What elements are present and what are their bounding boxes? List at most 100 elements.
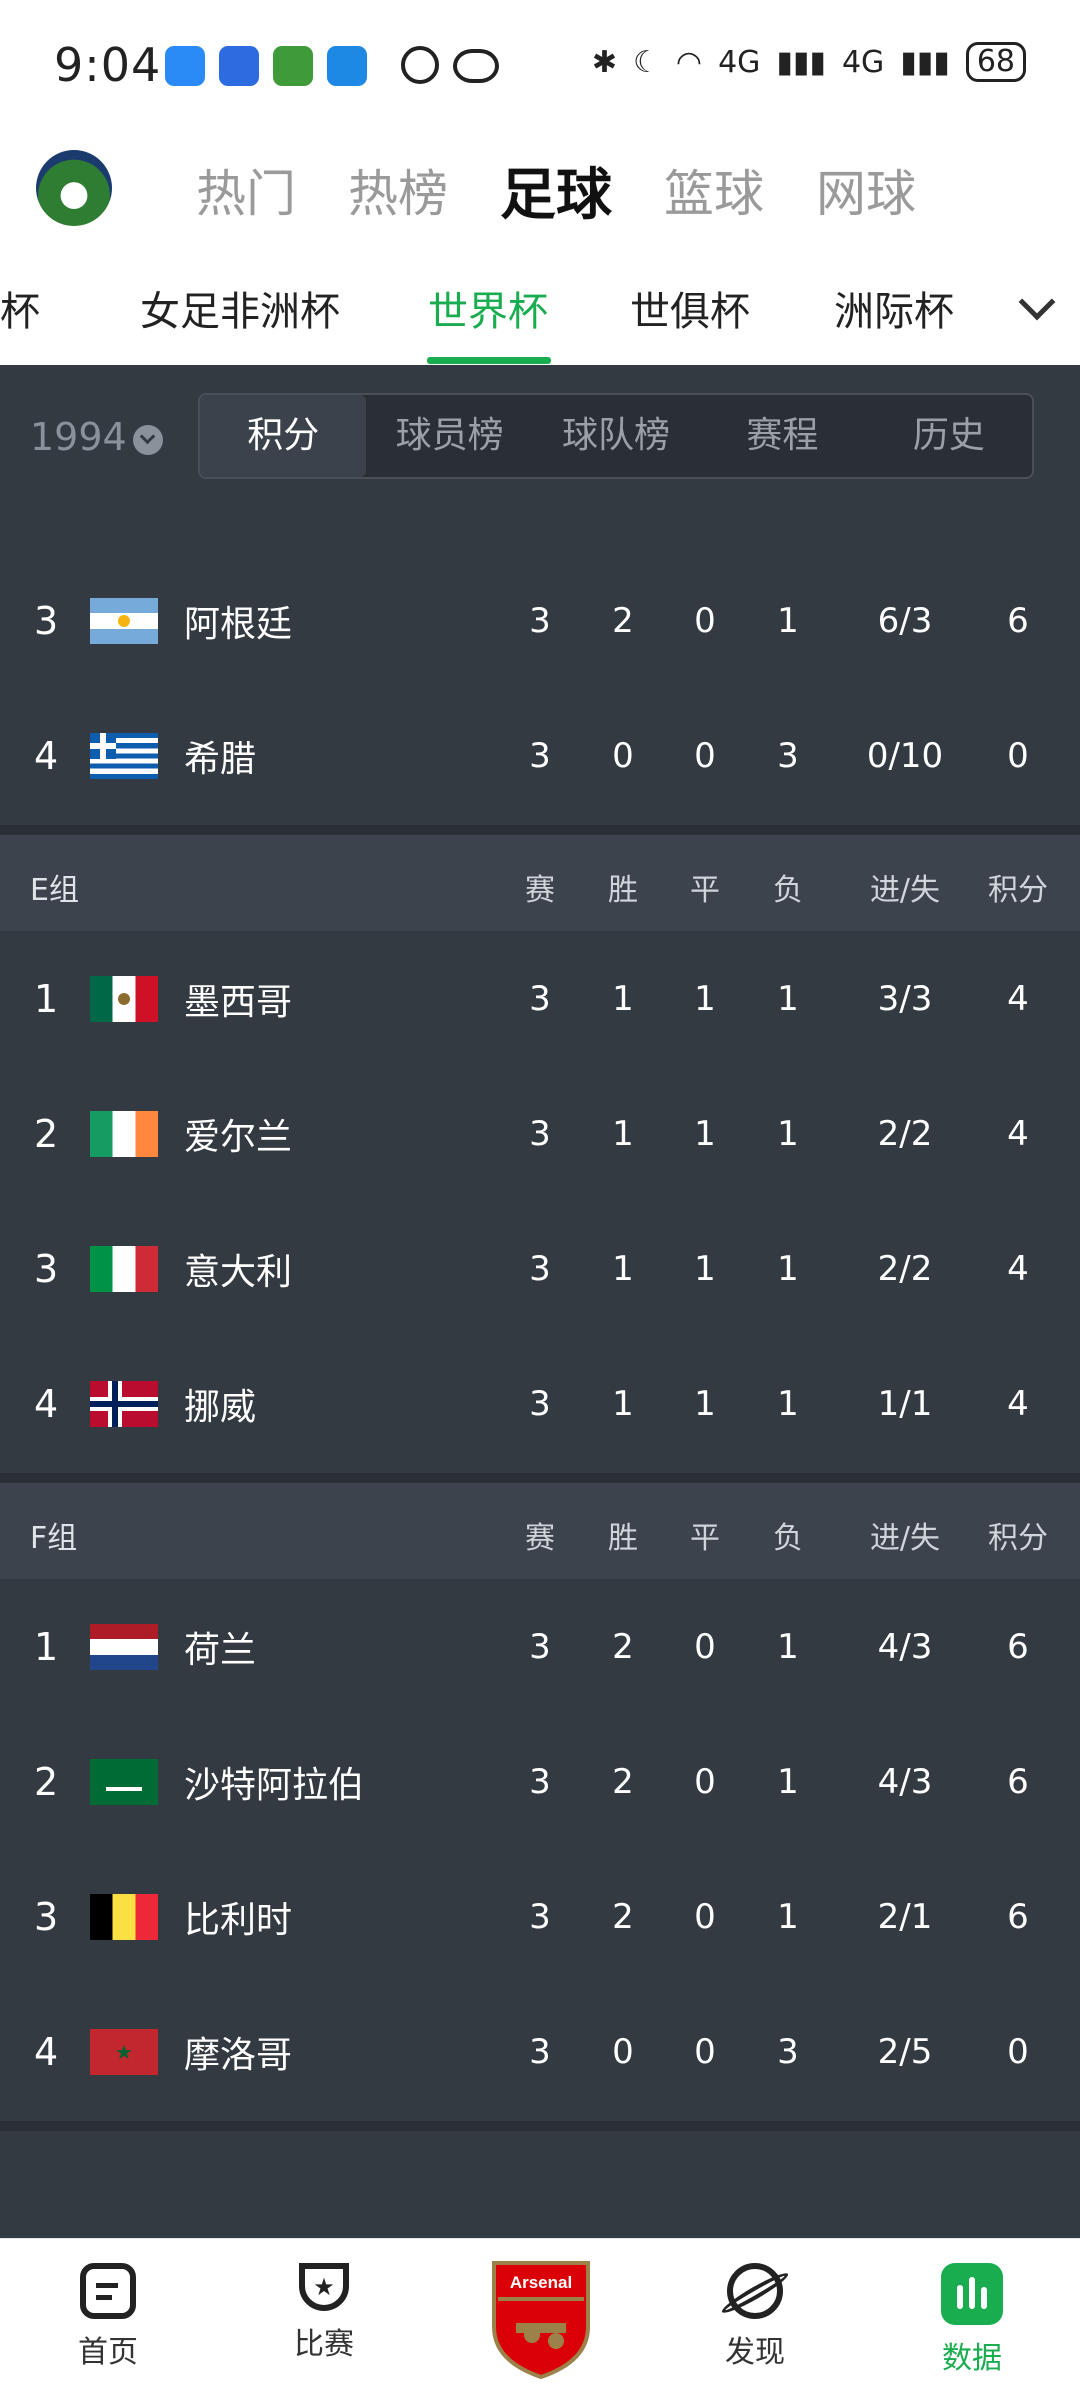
battery-indicator: 68 [965, 42, 1026, 82]
avatar[interactable] [36, 150, 112, 226]
col-points: 积分 [988, 1521, 1048, 1556]
col-drawn: 平 [690, 873, 720, 908]
tab-trending[interactable]: 热榜 [348, 154, 448, 226]
table-row[interactable]: 3 阿根廷 3 2 0 1 6/3 6 [0, 553, 1080, 688]
goals: 0/10 [866, 735, 944, 776]
played: 3 [529, 2031, 551, 2072]
team-name: 墨西哥 [184, 981, 293, 1023]
team-name: 阿根廷 [184, 603, 293, 645]
drawn: 1 [694, 1113, 716, 1154]
planet-icon [719, 2263, 791, 2319]
tab-euro-cup[interactable]: 洲杯 [0, 279, 40, 337]
lost: 3 [777, 735, 799, 776]
table-row[interactable]: 3 意大利 3 1 1 1 2/2 4 [0, 1201, 1080, 1336]
mexico-flag-icon [90, 975, 158, 1022]
ireland-flag-icon [90, 1110, 158, 1157]
italy-flag-icon [90, 1245, 158, 1292]
arsenal-badge-icon[interactable]: Arsenal [486, 2257, 596, 2381]
tab-hot[interactable]: 热门 [196, 154, 296, 226]
view-segmented-control: 积分 球员榜 球队榜 赛程 历史 [198, 393, 1034, 479]
points: 6 [1007, 1626, 1029, 1667]
team-name: 爱尔兰 [184, 1116, 293, 1158]
netherlands-flag-icon [90, 1623, 158, 1670]
played: 3 [529, 1761, 551, 1802]
drawn: 0 [694, 1761, 716, 1802]
table-row[interactable]: 4 ★ 摩洛哥 3 0 0 3 2/5 0 [0, 1984, 1080, 2119]
won: 0 [612, 735, 634, 776]
segment-team-rank[interactable]: 球队榜 [533, 395, 699, 477]
status-time: 9:04 [54, 38, 162, 92]
won: 1 [612, 1113, 634, 1154]
nav-data[interactable]: 数据 [902, 2239, 1042, 2388]
tab-womens-afcon[interactable]: 女足非洲杯 [140, 279, 340, 337]
table-row[interactable]: 4 希腊 3 0 0 3 0/10 0 [0, 688, 1080, 823]
signal-label-1: 4G [718, 44, 761, 80]
drawn: 0 [694, 1626, 716, 1667]
divider [0, 2121, 1080, 2131]
won: 2 [612, 1626, 634, 1667]
played: 3 [529, 735, 551, 776]
col-goals: 进/失 [869, 1521, 941, 1556]
points: 6 [1007, 1896, 1029, 1937]
bar-chart-icon [941, 2263, 1003, 2325]
drawn: 0 [694, 2031, 716, 2072]
table-row[interactable]: 1 墨西哥 3 1 1 1 3/3 4 [0, 931, 1080, 1066]
table-row[interactable]: 3 比利时 3 2 0 1 2/1 6 [0, 1849, 1080, 1984]
lost: 1 [777, 1248, 799, 1289]
table-row[interactable]: 2 爱尔兰 3 1 1 1 2/2 4 [0, 1066, 1080, 1201]
points: 6 [1007, 1761, 1029, 1802]
points: 4 [1007, 978, 1029, 1019]
goals: 2/2 [877, 1113, 933, 1154]
table-row[interactable]: 2 沙特阿拉伯 3 2 0 1 4/3 6 [0, 1714, 1080, 1849]
drawn: 0 [694, 735, 716, 776]
goals: 4/3 [877, 1761, 933, 1802]
col-goals: 进/失 [869, 873, 941, 908]
lost: 1 [777, 600, 799, 641]
tab-world-cup[interactable]: 世界杯 [428, 279, 548, 337]
season-year: 1994 [30, 415, 127, 459]
segment-schedule[interactable]: 赛程 [699, 395, 865, 477]
goals: 2/1 [877, 1896, 933, 1937]
col-played: 赛 [525, 1521, 555, 1556]
chevron-down-icon[interactable] [1018, 283, 1056, 321]
points: 0 [1007, 2031, 1029, 2072]
nav-matches[interactable]: ★ 比赛 [254, 2239, 394, 2388]
drawn: 1 [694, 978, 716, 1019]
group-f-header: F组 赛 胜 平 负 进/失 积分 [0, 1483, 1080, 1579]
season-selector[interactable]: 1994 [30, 415, 163, 459]
arsenal-badge-text: Arsenal [510, 2273, 572, 2292]
table-row[interactable]: 4 挪威 3 1 1 1 1/1 4 [0, 1336, 1080, 1471]
team-name: 荷兰 [184, 1629, 257, 1671]
tab-tennis[interactable]: 网球 [816, 154, 916, 226]
active-tab-indicator [427, 357, 551, 364]
tab-intercontinental-cup[interactable]: 洲际杯 [834, 279, 954, 337]
table-row[interactable]: 1 荷兰 3 2 0 1 4/3 6 [0, 1579, 1080, 1714]
points: 4 [1007, 1383, 1029, 1424]
nav-home[interactable]: 首页 [38, 2239, 178, 2388]
tab-club-world-cup[interactable]: 世俱杯 [630, 279, 750, 337]
drawn: 0 [694, 1896, 716, 1937]
lost: 1 [777, 1113, 799, 1154]
lost: 1 [777, 1626, 799, 1667]
belgium-flag-icon [90, 1893, 158, 1940]
nav-discover[interactable]: 发现 [685, 2239, 825, 2388]
won: 2 [612, 1761, 634, 1802]
team-rank: 3 [34, 598, 59, 643]
segment-player-rank[interactable]: 球员榜 [366, 395, 532, 477]
team-rank: 1 [34, 976, 59, 1021]
goals: 4/3 [877, 1626, 933, 1667]
tab-basketball[interactable]: 篮球 [664, 154, 764, 226]
won: 0 [612, 2031, 634, 2072]
sport-tabs: 热门 热榜 足球 篮球 网球 [196, 135, 916, 245]
nav-label: 首页 [78, 2335, 138, 2370]
segment-history[interactable]: 历史 [866, 395, 1032, 477]
signal-icon-2: ▮▮▮ [900, 44, 950, 80]
bluetooth-icon: ✱ [591, 44, 617, 80]
group-e-header: E组 赛 胜 平 负 进/失 积分 [0, 835, 1080, 931]
segment-standings[interactable]: 积分 [200, 395, 367, 477]
shield-app-icon [165, 46, 205, 86]
team-rank: 2 [34, 1111, 59, 1156]
tab-football[interactable]: 足球 [500, 150, 612, 231]
signal-label-2: 4G [841, 44, 885, 80]
won: 1 [612, 978, 634, 1019]
